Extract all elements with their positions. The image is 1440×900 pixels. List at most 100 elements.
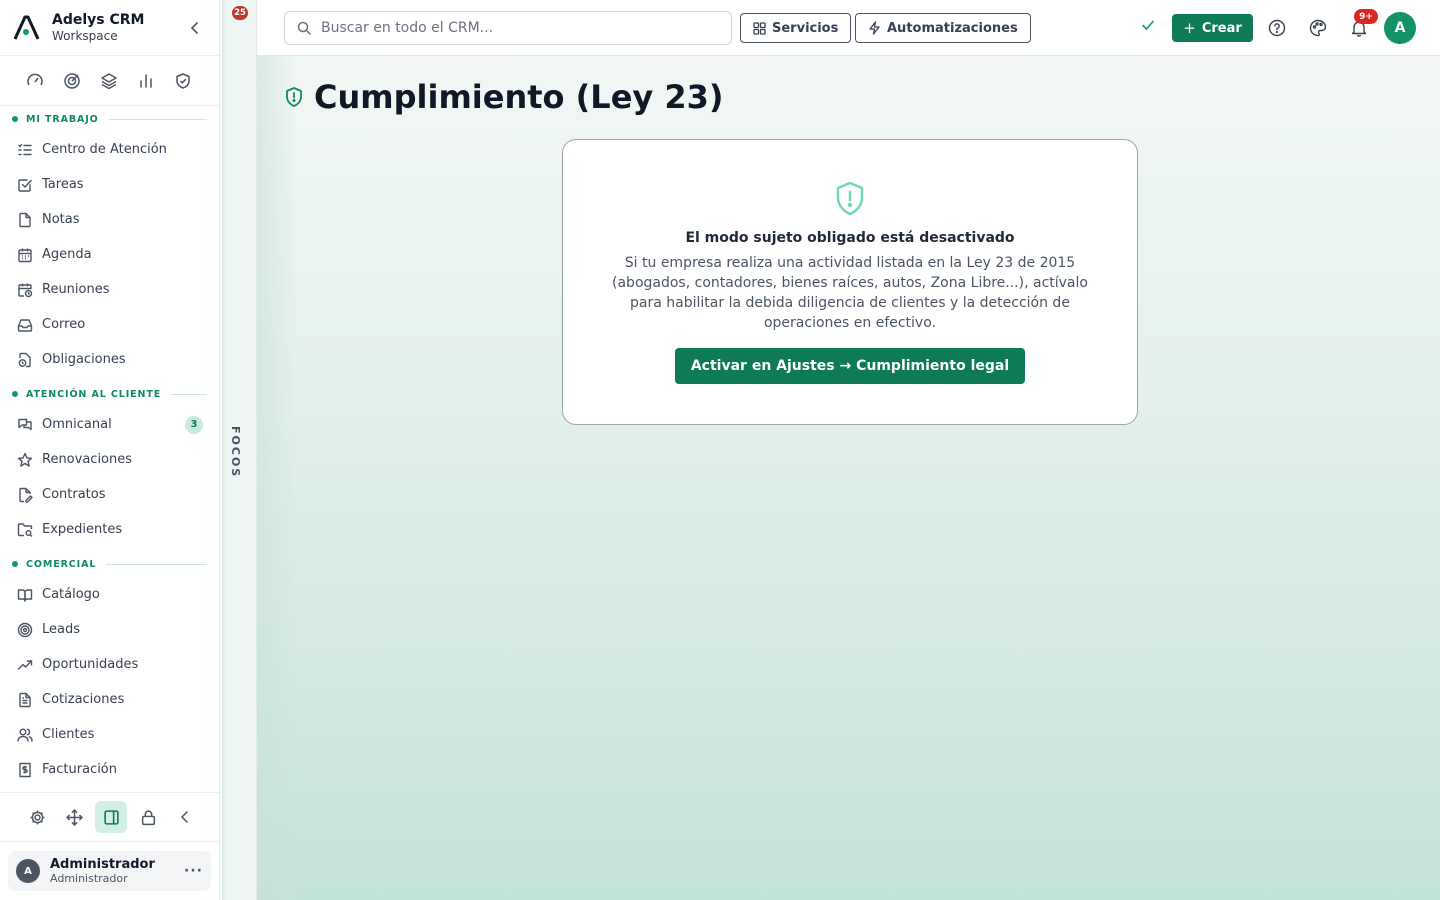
sidebar-item-correo[interactable]: Correo — [0, 307, 219, 342]
chevron-left-icon[interactable] — [169, 801, 201, 833]
sidebar-item-label: Facturación — [42, 762, 117, 777]
page-title: Cumplimiento (Ley 23) — [314, 78, 724, 116]
crear-button[interactable]: + Crear — [1172, 14, 1253, 42]
sidebar-item-tareas[interactable]: Tareas — [0, 167, 219, 202]
automatizaciones-label: Automatizaciones — [887, 20, 1018, 36]
avatar: A — [16, 859, 40, 883]
book-open-icon — [16, 586, 34, 604]
quick-icons — [0, 56, 219, 106]
calendar-clock-icon — [16, 281, 34, 299]
sidebar-item-label: Reuniones — [42, 282, 110, 297]
sidebar-item-label: Expedientes — [42, 522, 123, 537]
target-chart-icon[interactable] — [61, 70, 83, 92]
sidebar-item-label: Centro de Atención — [42, 142, 167, 157]
servicios-label: Servicios — [772, 20, 839, 36]
file-text-icon — [16, 691, 34, 709]
count-badge: 3 — [185, 415, 203, 434]
calendar-icon — [16, 246, 34, 264]
list-check-icon — [16, 141, 34, 159]
sidebar-item-leads[interactable]: Leads — [0, 612, 219, 647]
inbox-icon — [16, 316, 34, 334]
grid-icon — [753, 21, 766, 35]
servicios-button[interactable]: Servicios — [740, 13, 852, 43]
focos-panel[interactable]: 25 FOCOS — [222, 0, 257, 900]
chevron-left-icon[interactable] — [183, 16, 207, 40]
shield-alert-icon — [833, 180, 867, 218]
help-icon[interactable] — [1266, 17, 1288, 39]
search-icon — [297, 21, 311, 35]
sidebar-item-label: Oportunidades — [42, 657, 139, 672]
sidebar-item-label: Catálogo — [42, 587, 100, 602]
avatar[interactable]: A — [1384, 12, 1416, 44]
palette-icon[interactable] — [1307, 17, 1329, 39]
activate-button[interactable]: Activar en Ajustes → Cumplimiento legal — [675, 348, 1025, 384]
main-content: Servicios Automatizaciones + Crear 9+ A — [257, 0, 1440, 900]
crear-label: Crear — [1201, 20, 1242, 36]
shield-alert-icon — [284, 86, 304, 108]
sidebar: Adelys CRM Workspace MI TRABAJO Centro d… — [0, 0, 220, 900]
page-header: Cumplimiento (Ley 23) — [284, 78, 724, 116]
section-header-atencion: ATENCIÓN AL CLIENTE — [0, 381, 219, 407]
sidebar-item-notas[interactable]: Notas — [0, 202, 219, 237]
sidebar-item-label: Clientes — [42, 727, 95, 742]
brand-name: Adelys CRM — [52, 11, 145, 28]
section-header-comercial: COMERCIAL — [0, 551, 219, 577]
sidebar-nav: MI TRABAJO Centro de Atención Tareas Not… — [0, 106, 219, 790]
sidebar-item-label: Leads — [42, 622, 81, 637]
brand-subtitle: Workspace — [52, 28, 118, 43]
gear-icon[interactable] — [21, 801, 53, 833]
sidebar-item-label: Obligaciones — [42, 352, 126, 367]
logo-icon — [12, 14, 40, 42]
sidebar-item-centro-atencion[interactable]: Centro de Atención — [0, 132, 219, 167]
automatizaciones-button[interactable]: Automatizaciones — [855, 13, 1031, 43]
star-icon — [16, 451, 34, 469]
panel-icon[interactable] — [95, 801, 127, 833]
sidebar-item-reuniones[interactable]: Reuniones — [0, 272, 219, 307]
gauge-icon[interactable] — [24, 70, 46, 92]
focos-count-badge: 25 — [232, 6, 248, 20]
sidebar-item-oportunidades[interactable]: Oportunidades — [0, 647, 219, 682]
sidebar-item-agenda[interactable]: Agenda — [0, 237, 219, 272]
sidebar-item-omnicanal[interactable]: Omnicanal 3 — [0, 407, 219, 442]
search-input[interactable] — [321, 20, 701, 36]
sidebar-item-facturacion[interactable]: Facturación — [0, 752, 219, 787]
notification-badge: 9+ — [1354, 9, 1378, 24]
users-icon — [16, 726, 34, 744]
search-box[interactable] — [284, 11, 732, 45]
shield-check-icon[interactable] — [172, 70, 194, 92]
chat-icon — [16, 416, 34, 434]
sidebar-item-contratos[interactable]: Contratos — [0, 477, 219, 512]
sidebar-item-obligaciones[interactable]: Obligaciones — [0, 342, 219, 377]
sidebar-item-expedientes[interactable]: Expedientes — [0, 512, 219, 547]
sidebar-tools — [0, 792, 219, 842]
sidebar-item-label: Agenda — [42, 247, 92, 262]
sidebar-item-renovaciones[interactable]: Renovaciones — [0, 442, 219, 477]
layers-icon[interactable] — [98, 70, 120, 92]
section-header-mi-trabajo: MI TRABAJO — [0, 106, 219, 132]
sidebar-item-label: Contratos — [42, 487, 106, 502]
sidebar-item-label: Notas — [42, 212, 80, 227]
card-description: Si tu empresa realiza una actividad list… — [612, 255, 1088, 331]
card-title: El modo sujeto obligado está desactivado — [685, 230, 1015, 246]
file-clock-icon — [16, 351, 34, 369]
sidebar-item-label: Cotizaciones — [42, 692, 125, 707]
user-card[interactable]: A Administrador Administrador ··· — [8, 851, 211, 891]
user-name: Administrador — [50, 856, 155, 872]
sidebar-item-cotizaciones[interactable]: Cotizaciones — [0, 682, 219, 717]
sidebar-item-catalogo[interactable]: Catálogo — [0, 577, 219, 612]
bar-chart-icon[interactable] — [135, 70, 157, 92]
file-signature-icon — [16, 486, 34, 504]
focos-label: FOCOS — [229, 426, 242, 479]
lock-icon[interactable] — [132, 801, 164, 833]
plus-icon: + — [1183, 19, 1196, 37]
move-icon[interactable] — [58, 801, 90, 833]
sidebar-item-label: Omnicanal — [42, 417, 112, 432]
square-check-icon — [16, 176, 34, 194]
topbar: Servicios Automatizaciones + Crear 9+ A — [257, 0, 1440, 56]
target-icon — [16, 621, 34, 639]
sidebar-item-clientes[interactable]: Clientes — [0, 717, 219, 752]
folder-search-icon — [16, 521, 34, 539]
file-icon — [16, 211, 34, 229]
empty-state-card: El modo sujeto obligado está desactivado… — [562, 139, 1138, 425]
more-icon[interactable]: ··· — [184, 863, 203, 879]
